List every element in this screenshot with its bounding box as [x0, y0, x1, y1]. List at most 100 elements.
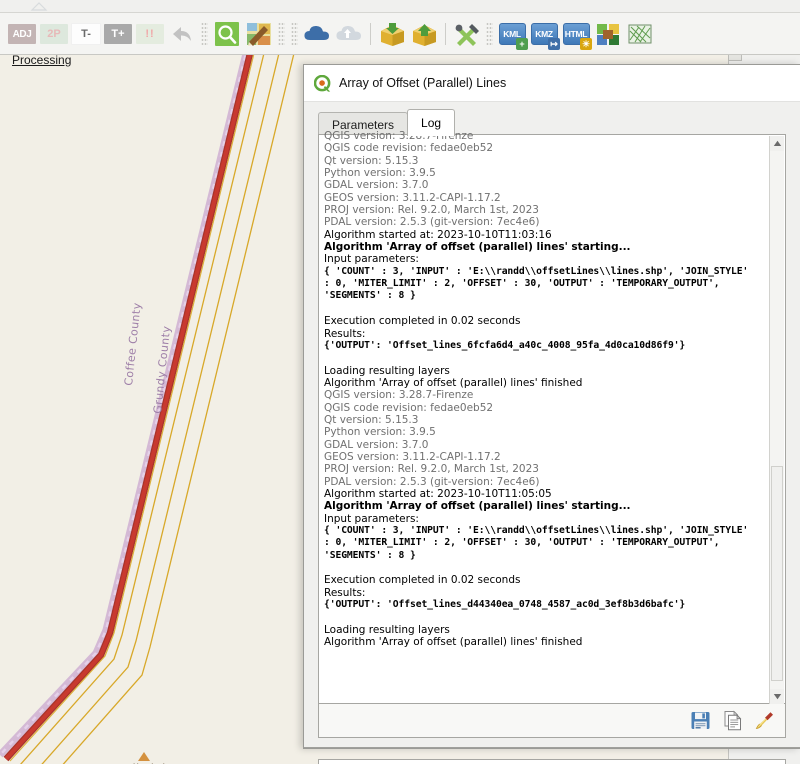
kmz-export-button[interactable]: KMZ ↦	[529, 20, 560, 50]
partial-toolbar-icon	[30, 2, 48, 11]
log-line: 'SEGMENTS' : 8 }	[324, 549, 416, 561]
log-line: Execution completed in 0.02 seconds	[324, 315, 521, 328]
log-line: { 'COUNT' : 3, 'INPUT' : 'E:\\randd\\off…	[324, 265, 749, 277]
log-line: Results:	[324, 586, 366, 599]
increase-tolerance-icon: T+	[104, 24, 132, 44]
log-line: Loading resulting layers	[324, 364, 450, 377]
log-line: Qt version: 5.15.3	[324, 413, 419, 426]
toolbar-separator-2	[445, 23, 446, 45]
offset-line-1	[20, 55, 265, 764]
dialog-title: Array of Offset (Parallel) Lines	[339, 76, 507, 90]
log-scrollbar[interactable]	[769, 136, 784, 704]
log-line: Python version: 3.9.5	[324, 167, 436, 180]
undo-arrow-icon	[173, 27, 191, 41]
copy-documents-icon	[724, 710, 741, 731]
style-editor-button[interactable]	[244, 20, 274, 48]
log-line: PROJ version: Rel. 9.2.0, March 1st, 202…	[324, 204, 539, 217]
floppy-disk-icon	[691, 712, 709, 729]
processing-panel-title: Processing	[12, 53, 72, 67]
log-line: Algorithm started at: 2023-10-10T11:05:0…	[324, 487, 552, 500]
log-line: Input parameters:	[324, 253, 419, 266]
scrollbar-thumb[interactable]	[771, 466, 783, 681]
hammer-wrench-icon	[455, 23, 479, 46]
log-line: QGIS version: 3.28.7-Firenze	[324, 389, 474, 402]
scroll-up-button[interactable]	[770, 136, 784, 151]
tile-layer-button[interactable]	[593, 20, 623, 48]
highway-line	[4, 55, 252, 761]
adj-tool-button[interactable]: ADJ	[7, 20, 37, 48]
toolbar-separator-1	[370, 23, 371, 45]
html-settings-badge-icon: ☀	[580, 38, 592, 50]
tab-log[interactable]: Log	[407, 109, 456, 136]
toolbar-drag-handle-1[interactable]	[201, 22, 208, 46]
copy-log-button[interactable]	[719, 708, 745, 734]
dialog-bottom-edge	[304, 747, 800, 748]
log-line: Loading resulting layers	[324, 623, 450, 636]
log-line: Execution completed in 0.02 seconds	[324, 574, 521, 587]
import-box-button[interactable]	[377, 20, 407, 48]
decrease-tolerance-button[interactable]: T-	[71, 20, 101, 48]
box-import-icon	[380, 22, 404, 46]
warning-tool-button[interactable]: !!	[135, 20, 165, 48]
log-line: Algorithm 'Array of offset (parallel) li…	[324, 376, 583, 389]
search-layer-button[interactable]	[212, 20, 242, 48]
four-squares-icon	[597, 24, 619, 45]
log-line: 'SEGMENTS' : 8 }	[324, 290, 416, 302]
dialog-titlebar[interactable]: Array of Offset (Parallel) Lines	[304, 65, 800, 102]
log-line: : 0, 'MITER_LIMIT' : 2, 'OFFSET' : 30, '…	[324, 537, 720, 549]
clear-log-button[interactable]	[751, 708, 777, 734]
qgis-window: Coffee County Grundy County Pull Tight H…	[0, 0, 800, 764]
algorithm-dialog: Array of Offset (Parallel) Lines Paramet…	[303, 64, 800, 764]
log-line: PDAL version: 2.5.3 (git-version: 7ec4e6…	[324, 216, 540, 229]
undo-button[interactable]	[167, 20, 197, 48]
log-line: {'OUTPUT': 'Offset_lines_d44340ea_0748_4…	[324, 599, 686, 611]
cloud-icon	[304, 25, 329, 40]
log-line: GDAL version: 3.7.0	[324, 179, 429, 192]
adj-tool-icon: ADJ	[8, 24, 36, 44]
log-panel: QGIS version: 3.28.7-Firenze QGIS code re…	[318, 130, 786, 704]
log-line: QGIS code revision: fedae0eb52	[324, 401, 494, 414]
log-line: Algorithm 'Array of offset (parallel) li…	[324, 500, 631, 513]
toolbar-drag-handle-3[interactable]	[291, 22, 298, 46]
log-text-content[interactable]: QGIS version: 3.28.7-Firenze QGIS code re…	[324, 130, 770, 700]
scroll-down-button[interactable]	[770, 689, 784, 704]
log-line: : 0, 'MITER_LIMIT' : 2, 'OFFSET' : 30, '…	[324, 278, 720, 290]
export-box-button[interactable]	[409, 20, 439, 48]
box-export-icon	[412, 23, 436, 46]
qgis-logo-icon	[314, 74, 331, 92]
log-line: QGIS version: 3.28.7-Firenze	[324, 130, 474, 142]
cloud-project-button[interactable]	[302, 20, 332, 48]
increase-tolerance-button[interactable]: T+	[103, 20, 133, 48]
mesh-layer-button[interactable]	[625, 20, 655, 48]
log-line: {'OUTPUT': 'Offset_lines_6fcfa6d4_a40c_4…	[324, 339, 686, 351]
cloud-sync-button[interactable]	[334, 20, 364, 48]
cloud-sync-icon	[336, 25, 361, 40]
build-tools-button[interactable]	[452, 20, 482, 48]
county-boundary-dash	[0, 55, 247, 756]
chevron-up-icon	[773, 140, 781, 146]
progress-bar: 0%	[318, 759, 786, 764]
save-log-button[interactable]	[687, 708, 713, 734]
toolbar-drag-handle-4[interactable]	[486, 22, 493, 46]
html-export-button[interactable]: HTML ☀	[561, 20, 592, 50]
kml-export-button[interactable]: KML +	[497, 20, 528, 50]
log-line: { 'COUNT' : 3, 'INPUT' : 'E:\\randd\\off…	[324, 525, 749, 536]
log-line: QGIS code revision: fedae0eb52	[324, 142, 494, 155]
two-point-tool-button[interactable]: 2P	[39, 20, 69, 48]
log-line: Algorithm 'Array of offset (parallel) li…	[324, 636, 583, 649]
two-point-tool-icon: 2P	[40, 24, 68, 44]
log-line: Qt version: 5.15.3	[324, 154, 419, 167]
highway-casing	[3, 55, 253, 762]
log-line: GEOS version: 3.11.2-CAPI-1.17.2	[324, 450, 501, 463]
log-line: PDAL version: 2.5.3 (git-version: 7ec4e6…	[324, 475, 540, 488]
kmz-export-badge-icon: ↦	[548, 38, 560, 50]
toolbar-drag-handle-2[interactable]	[278, 22, 285, 46]
search-icon	[215, 22, 239, 46]
log-line: Algorithm 'Array of offset (parallel) li…	[324, 241, 631, 254]
log-line: Results:	[324, 327, 366, 340]
log-line: PROJ version: Rel. 9.2.0, March 1st, 202…	[324, 463, 539, 476]
